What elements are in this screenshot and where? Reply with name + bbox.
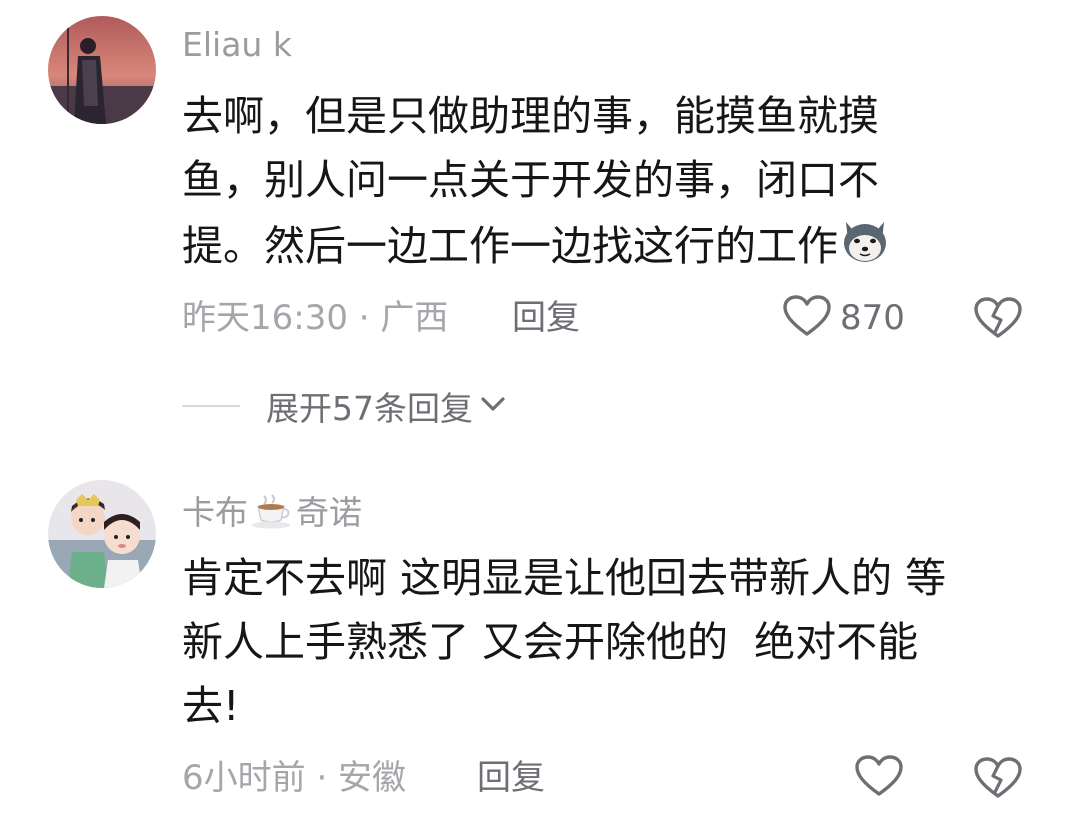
comment-meta: 6小时前 · 安徽 回复: [182, 750, 1080, 806]
author-name-suffix: 奇诺: [296, 493, 362, 532]
comment-meta: 昨天16:30 · 广西 回复 870: [182, 290, 1080, 346]
broken-heart-icon: [974, 297, 1022, 344]
husky-dog-emoji: [838, 212, 892, 266]
reply-button[interactable]: 回复: [477, 750, 545, 806]
chevron-down-icon: [479, 394, 507, 418]
comment-text: 肯定不去啊 这明显是让他回去带新人的 等 新人上手熟悉了 又会开除他的 绝对不能…: [182, 554, 947, 730]
comment-item: Eliau k 去啊，但是只做助理的事，能摸鱼就摸 鱼，别人问一点关于开发的事，…: [0, 0, 1080, 450]
avatar[interactable]: [48, 16, 156, 124]
expand-replies-button[interactable]: 展开57条回复: [182, 380, 507, 432]
comment-time-location: 昨天16:30 · 广西: [182, 298, 449, 338]
coffee-cup-icon: [250, 492, 294, 530]
comment-item: 卡布 奇诺 肯定不去啊 这明显是让他回去带新人的 等 新人上手熟悉了 又会开除他的…: [0, 450, 1080, 836]
dislike-button[interactable]: [974, 296, 1022, 344]
author-name-prefix: 卡布: [182, 493, 248, 532]
broken-heart-icon: [974, 757, 1022, 804]
avatar[interactable]: [48, 480, 156, 588]
like-button[interactable]: [854, 754, 904, 802]
comment-author[interactable]: Eliau k: [182, 28, 292, 61]
comment-author[interactable]: 卡布 奇诺: [182, 492, 362, 530]
reply-button[interactable]: 回复: [512, 290, 580, 346]
heart-icon: [782, 294, 832, 342]
dislike-button[interactable]: [974, 756, 1022, 804]
comment-time-location: 6小时前 · 安徽: [182, 758, 407, 798]
divider: [182, 405, 240, 407]
comment-text-block: 去啊，但是只做助理的事，能摸鱼就摸 鱼，别人问一点关于开发的事，闭口不 提。然后…: [182, 84, 982, 278]
like-count: 870: [840, 298, 905, 338]
expand-replies-label: 展开57条回复: [266, 389, 473, 428]
comment-text: 去啊，但是只做助理的事，能摸鱼就摸 鱼，别人问一点关于开发的事，闭口不 提。然后…: [182, 92, 879, 270]
heart-icon: [854, 754, 904, 802]
like-button[interactable]: 870: [782, 294, 905, 342]
